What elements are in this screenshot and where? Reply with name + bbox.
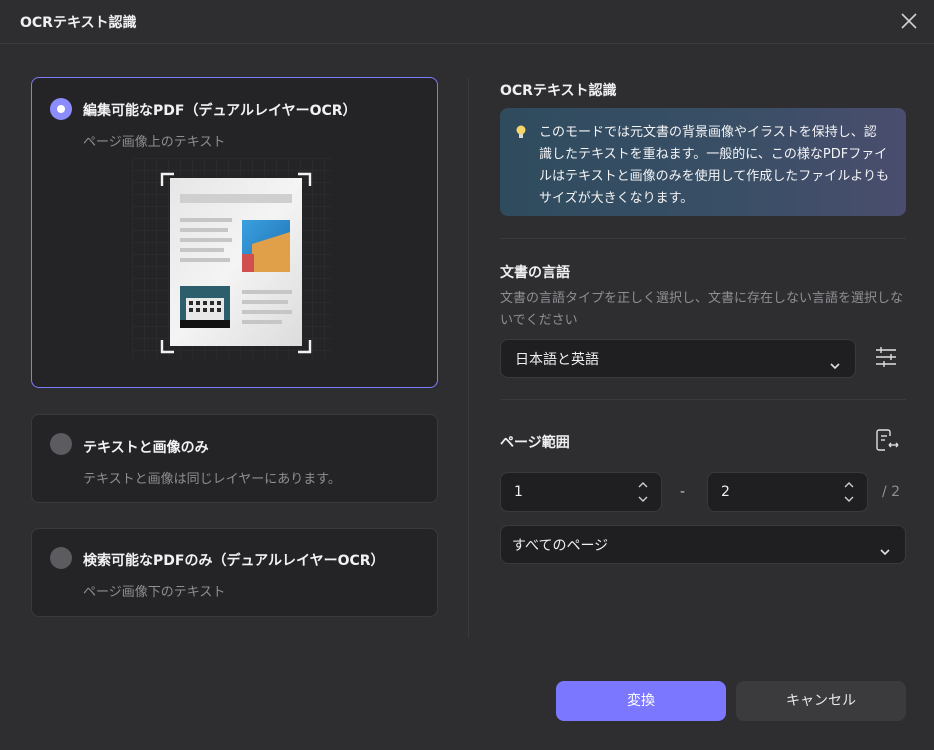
- stepper-arrows-icon[interactable]: [843, 479, 855, 505]
- info-box: このモードでは元文書の背景画像やイラストを保持し、認識したテキストを重ねます。一…: [500, 108, 906, 216]
- title-bar: OCRテキスト認識: [0, 0, 934, 44]
- page-from-stepper[interactable]: 1: [500, 472, 662, 512]
- page-mode-select[interactable]: すべてのページ: [500, 525, 906, 564]
- language-section-title: 文書の言語: [500, 265, 570, 281]
- language-description: 文書の言語タイプを正しく選択し、文書に存在しない言語を選択しないでください: [500, 291, 904, 328]
- radio-icon[interactable]: [50, 98, 72, 120]
- option-text-and-images[interactable]: テキストと画像のみ テキストと画像は同じレイヤーにあります。: [31, 414, 438, 503]
- option-title: 編集可能なPDF（デュアルレイヤーOCR）: [83, 103, 357, 119]
- page-range-title: ページ範囲: [500, 435, 570, 451]
- convert-button[interactable]: 変換: [556, 681, 726, 721]
- language-select[interactable]: 日本語と英語: [500, 339, 856, 378]
- vertical-divider: [468, 78, 469, 638]
- ocr-section-title: OCRテキスト認識: [500, 83, 617, 99]
- range-separator: -: [680, 484, 686, 500]
- chevron-down-icon: [879, 541, 891, 555]
- option-subtitle: テキストと画像は同じレイヤーにあります。: [83, 472, 341, 487]
- stepper-arrows-icon[interactable]: [637, 479, 649, 505]
- ocr-dialog: OCRテキスト認識 編集可能なPDF（デュアルレイヤーOCR） ページ画像上のテ…: [0, 0, 934, 750]
- chevron-down-icon: [829, 355, 841, 369]
- option-searchable-pdf[interactable]: 検索可能なPDFのみ（デュアルレイヤーOCR） ページ画像下のテキスト: [31, 528, 438, 617]
- page-total: / 2: [882, 484, 901, 500]
- document-preview-illustration: [132, 158, 332, 358]
- option-editable-pdf[interactable]: 編集可能なPDF（デュアルレイヤーOCR） ページ画像上のテキスト: [31, 77, 438, 388]
- divider: [500, 399, 906, 400]
- language-select-value: 日本語と英語: [515, 351, 599, 368]
- radio-icon[interactable]: [50, 547, 72, 569]
- settings-sliders-icon[interactable]: [872, 343, 900, 371]
- option-title: テキストと画像のみ: [83, 440, 209, 456]
- option-title: 検索可能なPDFのみ（デュアルレイヤーOCR）: [83, 553, 385, 569]
- page-to-value: 2: [721, 484, 730, 500]
- option-subtitle: ページ画像下のテキスト: [83, 585, 226, 600]
- page-mode-value: すべてのページ: [512, 537, 609, 554]
- page-from-value: 1: [514, 484, 523, 500]
- bulb-icon: [514, 124, 528, 140]
- close-icon[interactable]: [898, 10, 920, 32]
- cancel-button[interactable]: キャンセル: [736, 681, 906, 721]
- dialog-title: OCRテキスト認識: [20, 15, 137, 31]
- page-to-stepper[interactable]: 2: [707, 472, 868, 512]
- divider: [500, 238, 906, 239]
- radio-icon[interactable]: [50, 433, 72, 455]
- page-range-icon[interactable]: [872, 426, 900, 454]
- option-subtitle: ページ画像上のテキスト: [83, 135, 226, 150]
- info-text: このモードでは元文書の背景画像やイラストを保持し、認識したテキストを重ねます。一…: [539, 125, 889, 206]
